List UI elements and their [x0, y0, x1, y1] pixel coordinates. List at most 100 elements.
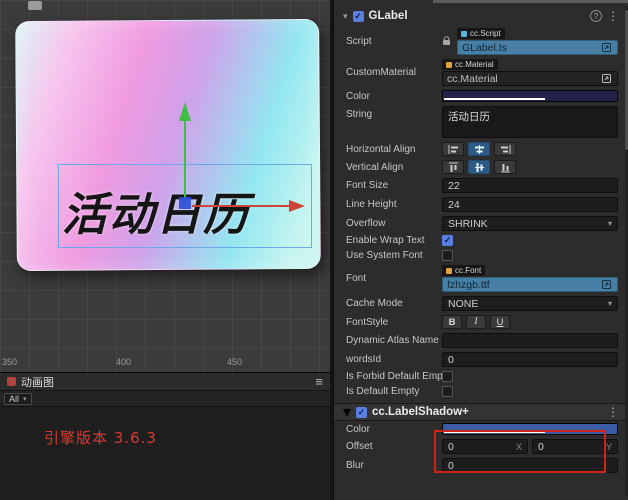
- app-window: 活动日历 350 400 450 动画图 ≡ All ▾ 引擎版本 3.6.3 …: [0, 0, 628, 500]
- hamburger-menu-icon[interactable]: ≡: [315, 375, 323, 388]
- words-id-input[interactable]: [442, 352, 618, 367]
- field-label: Is Forbid Default Empty: [346, 371, 451, 382]
- enable-wrap-text-checkbox[interactable]: ✓: [442, 235, 453, 246]
- component-title: GLabel: [368, 10, 408, 22]
- gizmo-center-handle[interactable]: [179, 197, 191, 209]
- field-label: Offset: [346, 441, 373, 452]
- font-asset-field[interactable]: fzhzgb.ttf: [442, 277, 618, 292]
- row-cache-mode: Cache Mode NONE ▾: [334, 294, 628, 313]
- row-font-style: FontStyle B I U: [334, 313, 628, 331]
- collapse-icon[interactable]: ▾: [343, 402, 351, 422]
- align-left-button[interactable]: [442, 142, 464, 156]
- component-menu-icon[interactable]: ⋮: [607, 10, 619, 22]
- chevron-down-icon: ▾: [23, 395, 27, 403]
- chevron-down-icon: ▾: [607, 299, 612, 308]
- row-shadow-color: Color: [334, 421, 628, 437]
- field-label: Horizontal Align: [346, 143, 416, 155]
- offset-y-input[interactable]: 0 Y: [532, 439, 618, 454]
- timeline-tab[interactable]: 动画图: [21, 374, 54, 390]
- align-right-button[interactable]: [494, 142, 516, 156]
- field-label: Dynamic Atlas Name: [346, 335, 439, 346]
- scene-viewport[interactable]: 活动日历 350 400 450: [0, 0, 330, 372]
- component-menu-icon[interactable]: ⋮: [607, 406, 619, 418]
- component-enabled-checkbox[interactable]: ✓: [352, 10, 364, 22]
- use-system-font-checkbox[interactable]: [442, 250, 453, 261]
- asset-type-badge: cc.Script: [457, 28, 505, 39]
- row-is-forbid-default-empty: Is Forbid Default Empty: [334, 369, 628, 384]
- asset-picker-icon[interactable]: [600, 72, 613, 85]
- row-dynamic-atlas-name: Dynamic Atlas Name: [334, 331, 628, 350]
- field-label: Color: [346, 90, 370, 102]
- chevron-down-icon: ▾: [607, 219, 612, 228]
- row-color: Color: [334, 88, 628, 104]
- font-size-input[interactable]: [442, 178, 618, 193]
- gizmo-x-arrowhead[interactable]: [289, 200, 305, 212]
- string-textarea[interactable]: 活动日历: [442, 106, 618, 138]
- collapse-icon[interactable]: ▾: [343, 11, 348, 22]
- italic-button[interactable]: I: [466, 315, 486, 329]
- horizontal-scrollbar[interactable]: [433, 0, 628, 3]
- asset-cube-icon: [461, 30, 467, 37]
- field-label: Script: [346, 36, 372, 47]
- scene-panel: 活动日历 350 400 450 动画图 ≡ All ▾ 引擎版本 3.6.3: [0, 0, 330, 500]
- asset-picker-icon[interactable]: [600, 278, 613, 291]
- dynamic-atlas-name-input[interactable]: [442, 333, 618, 348]
- row-is-default-empty: Is Default Empty: [334, 384, 628, 399]
- asset-picker-icon[interactable]: [600, 41, 613, 54]
- animation-clip-icon: [7, 377, 16, 386]
- offset-y-suffix: Y: [605, 441, 612, 452]
- offset-x-suffix: X: [515, 441, 522, 452]
- is-default-empty-checkbox[interactable]: [442, 386, 453, 397]
- field-label: String: [346, 109, 373, 120]
- help-icon[interactable]: ?: [590, 10, 602, 22]
- ruler-label: 400: [116, 357, 132, 367]
- is-forbid-default-empty-checkbox[interactable]: [442, 371, 453, 382]
- color-swatch[interactable]: [442, 90, 618, 102]
- asset-type-badge: cc.Font: [442, 265, 486, 276]
- component-header-labelshadow[interactable]: ▾ ✓ cc.LabelShadow+ ⋮: [334, 403, 628, 421]
- underline-button[interactable]: U: [490, 315, 510, 329]
- row-font-size: Font Size: [334, 176, 628, 195]
- field-label: Use System Font: [346, 250, 423, 261]
- component-enabled-checkbox[interactable]: ✓: [356, 406, 368, 418]
- overflow-select[interactable]: SHRINK ▾: [442, 216, 618, 231]
- row-string: String 活动日历: [334, 104, 628, 140]
- asset-type-badge: cc.Material: [442, 59, 498, 70]
- gizmo-y-arrowhead[interactable]: [179, 102, 191, 121]
- engine-version-annotation: 引擎版本 3.6.3: [44, 429, 157, 447]
- field-label: Color: [346, 423, 370, 435]
- field-label: Overflow: [346, 218, 386, 229]
- field-label: Font: [346, 273, 367, 284]
- row-use-system-font: Use System Font: [334, 248, 628, 263]
- cache-mode-select[interactable]: NONE ▾: [442, 296, 618, 311]
- asset-cube-icon: [446, 61, 452, 68]
- field-label: Cache Mode: [346, 298, 403, 309]
- row-shadow-offset: Offset 0 X 0 Y: [334, 437, 628, 456]
- ruler-label: 350: [2, 357, 18, 367]
- filter-dropdown[interactable]: All ▾: [4, 392, 32, 405]
- lock-icon: [442, 33, 451, 51]
- align-top-button[interactable]: [442, 160, 464, 174]
- move-gizmo: [179, 102, 305, 212]
- align-center-button[interactable]: [468, 142, 490, 156]
- field-label: Font Size: [346, 180, 389, 191]
- timeline-filter-row: All ▾: [0, 391, 330, 407]
- component-title: cc.LabelShadow+: [372, 406, 469, 418]
- shadow-color-swatch[interactable]: [442, 423, 618, 435]
- field-label: Enable Wrap Text: [346, 235, 425, 246]
- script-asset-field[interactable]: GLabel.ts: [457, 40, 618, 55]
- material-asset-field[interactable]: cc.Material: [442, 71, 618, 86]
- bold-button[interactable]: B: [442, 315, 462, 329]
- row-words-id: wordsId: [334, 350, 628, 369]
- component-header-glabel[interactable]: ▾ ✓ GLabel ? ⋮: [334, 6, 628, 26]
- row-font: Font cc.Font fzhzgb.ttf: [334, 263, 628, 294]
- line-height-input[interactable]: [442, 197, 618, 212]
- shadow-blur-input[interactable]: [442, 458, 618, 473]
- field-label: FontStyle: [346, 316, 389, 328]
- row-script: Script cc.Script GLabel.ts: [334, 26, 628, 57]
- align-middle-button[interactable]: [468, 160, 490, 174]
- offset-x-input[interactable]: 0 X: [442, 439, 528, 454]
- ruler-label: 450: [227, 357, 243, 367]
- align-bottom-button[interactable]: [494, 160, 516, 174]
- row-vertical-align: Vertical Align: [334, 158, 628, 176]
